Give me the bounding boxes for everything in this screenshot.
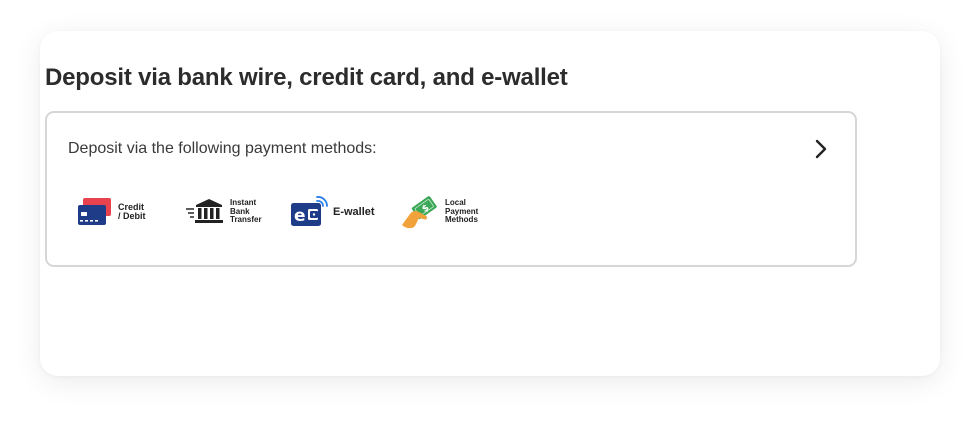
method-label: Credit / Debit [118, 202, 146, 221]
bank-icon [186, 199, 223, 223]
cash-hand-icon: $ [402, 196, 437, 229]
method-bank-transfer: Instant Bank Transfer [185, 192, 262, 232]
method-label: E-wallet [333, 205, 375, 218]
method-label: Local Payment Methods [445, 198, 479, 225]
section-title: Deposit via bank wire, credit card, and … [45, 64, 568, 91]
method-local-payment: $ Local Payment Methods [400, 192, 478, 232]
svg-text:e: e [294, 206, 306, 226]
e-wallet-icon: e [291, 196, 328, 226]
method-credit-debit: Credit / Debit [77, 192, 146, 232]
method-label: Instant Bank Transfer [230, 198, 262, 225]
chevron-right-icon[interactable] [809, 137, 833, 161]
payment-methods-text: Deposit via the following payment method… [68, 140, 377, 157]
payment-methods-box[interactable]: Deposit via the following payment method… [45, 111, 857, 267]
method-e-wallet: e E-wallet [290, 192, 375, 232]
credit-card-icon [78, 198, 111, 225]
